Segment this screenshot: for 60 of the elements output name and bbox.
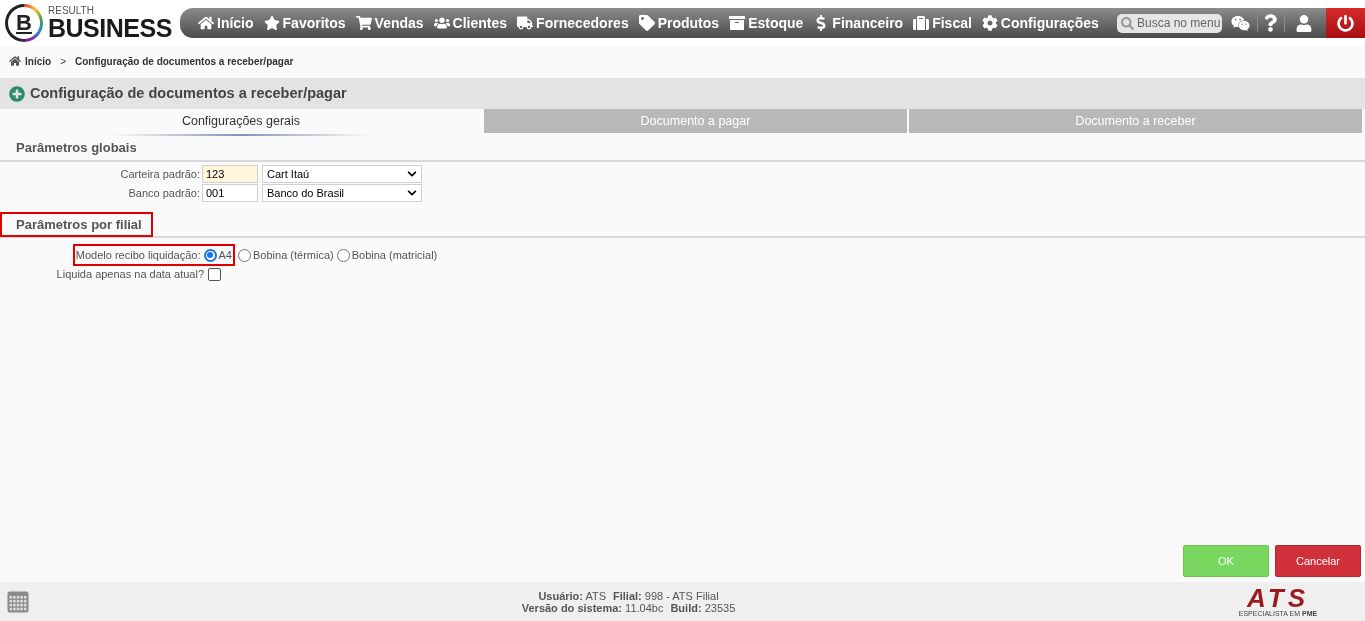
radio-label: Bobina (térmica) (253, 247, 334, 263)
star-icon (263, 15, 280, 31)
radio-label: Bobina (matricial) (351, 247, 438, 263)
nav-item[interactable]: Fiscal (908, 11, 977, 35)
nav-item[interactable]: Estoque (724, 11, 809, 35)
nav-item[interactable]: Financeiro (808, 11, 909, 35)
chevron-down-icon (407, 188, 417, 198)
truck-icon (517, 15, 534, 31)
select-field[interactable]: Cart Itaú (262, 165, 422, 183)
nav-item[interactable]: Configurações (976, 11, 1104, 35)
field-label: Modelo recibo liquidação: (75, 247, 201, 263)
nav-item[interactable]: Início (193, 11, 259, 35)
checkbox[interactable] (208, 267, 221, 281)
field-label: Banco padrão: (128, 185, 200, 201)
status-field: Filial: 998 - ATS Filial (613, 589, 719, 602)
cart-icon (355, 15, 372, 31)
nav-item[interactable]: Fornecedores (512, 11, 634, 35)
help-icon[interactable] (1264, 14, 1277, 32)
user-icon[interactable] (1296, 14, 1312, 32)
chevron-down-icon (407, 169, 417, 179)
nav-item[interactable]: Vendas (350, 11, 429, 35)
field-label: Carteira padrão: (120, 166, 200, 182)
field-label: Liquida apenas na data atual? (56, 266, 204, 282)
input-field[interactable]: 123 (202, 165, 258, 183)
company-logo: ATS (1246, 586, 1310, 610)
nav-item[interactable]: Clientes (428, 11, 513, 35)
cancel-button[interactable]: Cancelar (1275, 545, 1361, 577)
page-title: Configuração de documentos a receber/pagar (30, 83, 347, 103)
input-field[interactable]: 001 (202, 184, 258, 202)
house-icon (9, 55, 21, 67)
briefcase-icon (913, 15, 930, 31)
breadcrumb-separator: > (59, 54, 67, 69)
search-icon (1121, 16, 1134, 30)
power-button[interactable] (1326, 8, 1365, 38)
nav-item[interactable]: Favoritos (258, 11, 351, 35)
breadcrumb-current-page: Configuração de documentos a receber/pagar (74, 54, 294, 69)
chat-bubbles-icon[interactable] (1231, 13, 1250, 33)
section-title: Parâmetros por filial (16, 215, 142, 234)
brand-name: BUSINESS (48, 16, 172, 40)
logo-mark: B (5, 4, 43, 42)
box-icon (729, 15, 746, 31)
radio-label: A4 (218, 247, 232, 263)
brand-tagline: RESULTH (48, 6, 95, 16)
radio-button[interactable] (203, 248, 217, 262)
gear-icon (981, 15, 998, 31)
status-field: Versão do sistema: 11.04bc (521, 601, 664, 614)
section-title: Parâmetros globais (16, 139, 137, 158)
radio-button[interactable] (336, 248, 350, 262)
people-icon (433, 15, 450, 31)
power-icon (1337, 14, 1354, 32)
status-field: Build: 23535 (670, 601, 736, 614)
house-icon (198, 15, 214, 31)
tag-icon (638, 15, 655, 31)
nav-item[interactable]: Produtos (633, 11, 725, 35)
select-field[interactable]: Banco do Brasil (262, 184, 422, 202)
radio-button[interactable] (238, 248, 251, 262)
status-field: Usuário: ATS (538, 589, 607, 602)
search-field[interactable]: Busca no menu (1117, 13, 1222, 33)
keyboard-icon[interactable] (7, 590, 29, 613)
breadcrumb-link[interactable]: Início (25, 53, 52, 69)
